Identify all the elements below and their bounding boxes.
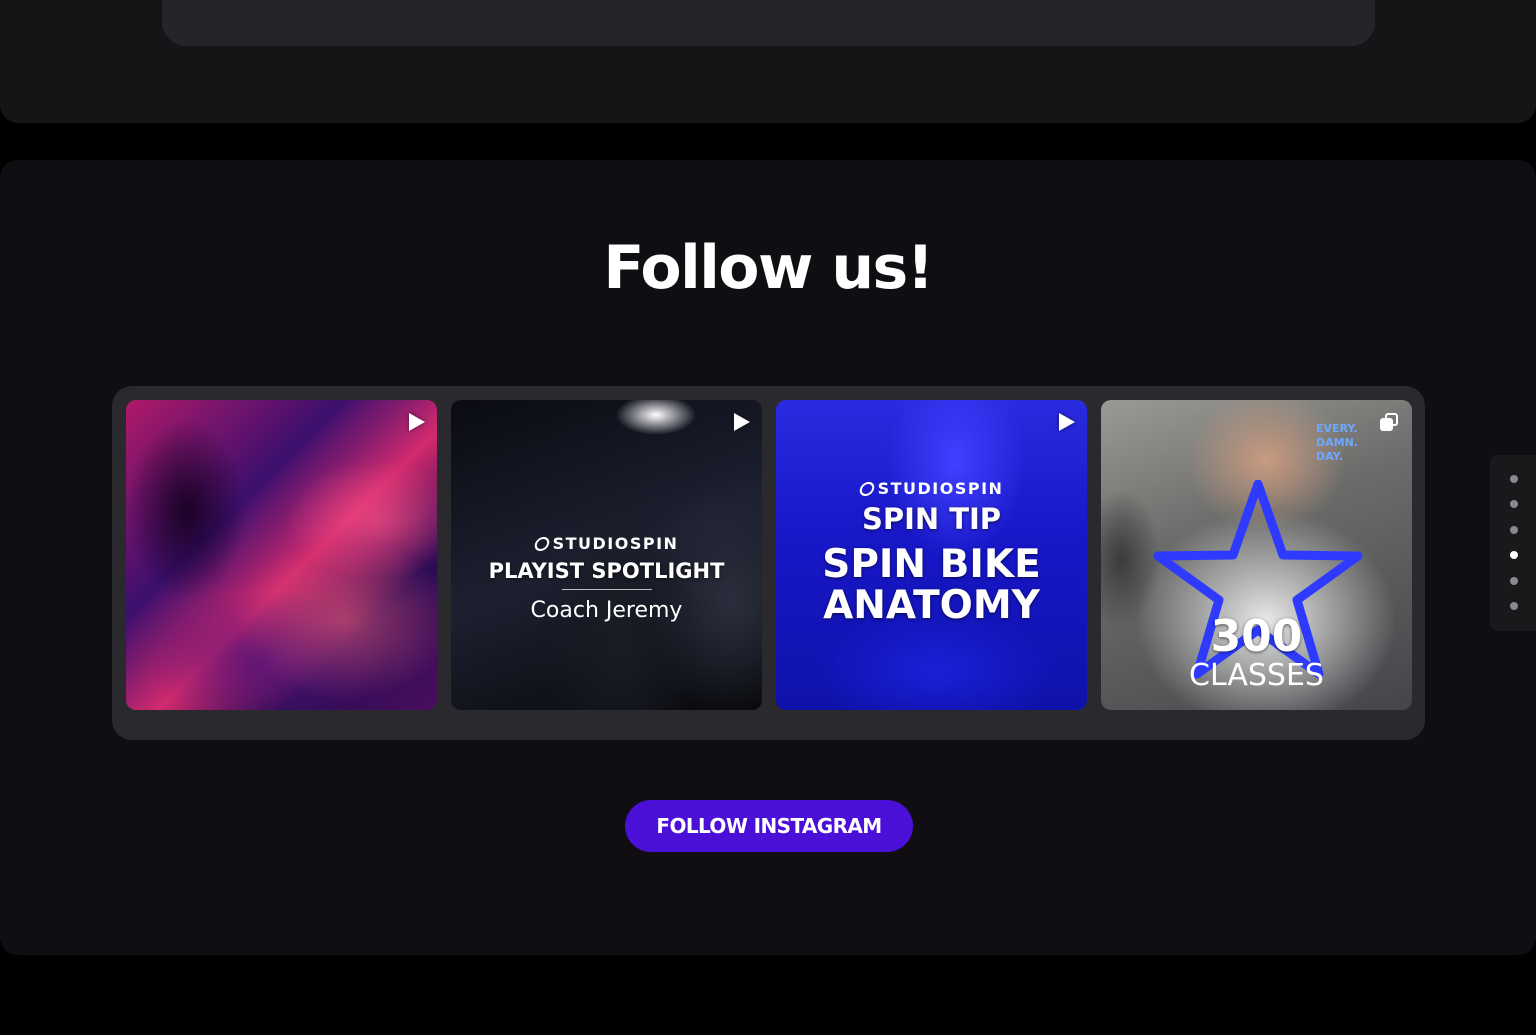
section-nav-dot-3[interactable] [1510, 526, 1518, 534]
studiospin-mark-icon [532, 536, 551, 551]
instagram-post-1[interactable] [126, 400, 437, 710]
post-heading: SPIN TIP [861, 502, 1002, 536]
section-nav-dot-5[interactable] [1510, 577, 1518, 585]
instagram-post-4[interactable]: EVERY. DAMN. DAY. 300 CLASSES [1101, 400, 1412, 710]
section-nav-dot-4[interactable] [1510, 551, 1518, 559]
studiospin-logo: STUDIOSPIN [532, 534, 679, 553]
post-subheading: CLASSES [1189, 658, 1324, 693]
previous-section [0, 0, 1536, 123]
instagram-post-3[interactable]: STUDIOSPIN SPIN TIP SPIN BIKE ANATOMY [776, 400, 1087, 710]
brand-text: STUDIOSPIN [552, 534, 679, 553]
brand-text: STUDIOSPIN [877, 479, 1004, 498]
previous-section-card [162, 0, 1375, 46]
studiospin-mark-icon [857, 481, 876, 496]
section-nav-dot-6[interactable] [1510, 602, 1518, 610]
post-heading: PLAYIST SPOTLIGHT [488, 559, 725, 583]
instagram-post-2[interactable]: STUDIOSPIN PLAYIST SPOTLIGHT Coach Jerem… [451, 400, 762, 710]
instagram-feed: STUDIOSPIN PLAYIST SPOTLIGHT Coach Jerem… [112, 386, 1425, 740]
post-subheading: SPIN BIKE ANATOMY [822, 542, 1041, 628]
section-nav-dot-1[interactable] [1510, 475, 1518, 483]
studiospin-logo: STUDIOSPIN [857, 479, 1004, 498]
divider [561, 589, 652, 590]
section-nav-dot-2[interactable] [1510, 500, 1518, 508]
follow-instagram-button[interactable]: FOLLOW INSTAGRAM [625, 800, 913, 852]
post-heading: 300 [1210, 611, 1303, 662]
play-icon [409, 413, 425, 431]
page-section-nav [1490, 455, 1536, 631]
section-title: Follow us! [603, 233, 934, 303]
post-subheading: Coach Jeremy [530, 598, 683, 623]
follow-section: Follow us! STUDIOSPIN PLAYIST SPOTLIGHT … [0, 160, 1536, 955]
